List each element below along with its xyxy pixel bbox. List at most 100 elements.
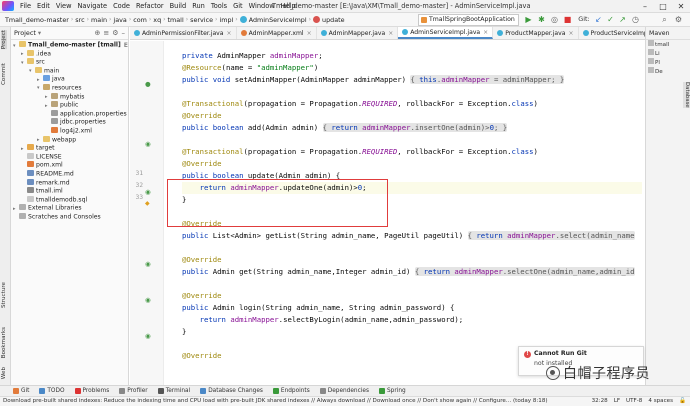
- tab-web[interactable]: Web: [1, 367, 7, 379]
- menu-item-git[interactable]: Git: [230, 0, 246, 13]
- tree-item[interactable]: LICENSE: [11, 152, 128, 162]
- tab-database[interactable]: Database: [683, 82, 690, 108]
- breadcrumb-item[interactable]: com: [131, 16, 149, 24]
- editor-tab[interactable]: AdminMapper.java ×: [317, 27, 399, 39]
- override-icon[interactable]: ◉: [145, 332, 151, 340]
- close-tab-icon[interactable]: ×: [568, 30, 573, 37]
- breadcrumb-item[interactable]: AdminServiceImpl: [238, 15, 309, 24]
- code-line[interactable]: @Override: [182, 290, 642, 302]
- tool-window-tab-profiler[interactable]: Profiler: [119, 388, 148, 394]
- tool-window-tab-endpoints[interactable]: Endpoints: [272, 388, 310, 394]
- tree-item[interactable]: ▸ public: [11, 101, 128, 110]
- lightbulb-icon[interactable]: ◆: [145, 200, 150, 207]
- code-line[interactable]: @Override: [182, 110, 642, 122]
- tree-item[interactable]: ▸ .idea: [11, 49, 128, 59]
- settings-icon[interactable]: ⚙: [674, 15, 683, 24]
- code-line[interactable]: public Admin get(String admin_name,Integ…: [182, 266, 642, 278]
- run-icon[interactable]: ▶: [524, 15, 533, 24]
- menu-item-code[interactable]: Code: [110, 0, 133, 13]
- search-icon[interactable]: ⌕: [660, 15, 669, 24]
- stop-icon[interactable]: ■: [563, 15, 572, 24]
- close-tab-icon[interactable]: ×: [483, 29, 488, 36]
- maven-item[interactable]: Li: [646, 49, 690, 58]
- menu-item-refactor[interactable]: Refactor: [133, 0, 167, 13]
- tool-window-tab-spring[interactable]: Spring: [379, 388, 406, 394]
- code-line[interactable]: public void setAdminMapper(AdminMapper a…: [182, 74, 642, 86]
- tree-item[interactable]: ▸ target: [11, 144, 128, 153]
- code-line[interactable]: }: [182, 326, 642, 338]
- git-push-icon[interactable]: ↗: [618, 15, 627, 24]
- tree-item[interactable]: ▸ mybatis: [11, 92, 128, 102]
- close-tab-icon[interactable]: ×: [227, 30, 232, 37]
- maven-item[interactable]: tmall: [646, 40, 690, 49]
- line-separator[interactable]: LF: [614, 397, 620, 406]
- gear-icon[interactable]: ⚙: [112, 29, 118, 37]
- editor-tab[interactable]: AdminServiceImpl.java ×: [398, 27, 494, 39]
- breadcrumb-item[interactable]: service: [188, 16, 215, 24]
- lock-icon[interactable]: 🔓: [679, 397, 686, 406]
- tree-item[interactable]: jdbc.properties: [11, 118, 128, 127]
- breadcrumb-item[interactable]: update: [311, 15, 347, 24]
- project-view-select[interactable]: Project: [14, 29, 36, 37]
- tree-item[interactable]: ▾Tmall_demo-master [tmall]E:\Java\: [11, 41, 128, 50]
- breadcrumb-item[interactable]: impl: [217, 16, 235, 24]
- maven-item[interactable]: De: [646, 67, 690, 76]
- code-line[interactable]: public List<Admin> getList(String admin_…: [182, 230, 642, 242]
- code-line[interactable]: public boolean add(Admin admin) { return…: [182, 122, 642, 134]
- run-configuration-select[interactable]: TmallSpringBootApplication: [418, 14, 519, 26]
- breadcrumb-item[interactable]: java: [111, 16, 128, 24]
- code-line[interactable]: @Transactional(propagation = Propagation…: [182, 146, 642, 158]
- tree-item[interactable]: pom.xml: [11, 161, 128, 170]
- override-icon[interactable]: ◉: [145, 296, 151, 304]
- coverage-icon[interactable]: ◎: [550, 15, 559, 24]
- menu-item-edit[interactable]: Edit: [34, 0, 53, 13]
- tool-window-tab-database-changes[interactable]: Database Changes: [200, 388, 263, 394]
- code-line[interactable]: @Resource(name = "adminMapper"): [182, 62, 642, 74]
- breadcrumb-item[interactable]: main: [89, 16, 109, 24]
- editor-tab[interactable]: AdminMapper.xml ×: [237, 27, 317, 39]
- code-line[interactable]: return adminMapper.selectByLogin(admin_n…: [182, 314, 642, 326]
- tool-window-tab-dependencies[interactable]: Dependencies: [319, 388, 369, 394]
- tool-window-tab-problems[interactable]: Problems: [74, 388, 109, 394]
- close-icon[interactable]: ✕: [672, 0, 690, 13]
- breadcrumb-item[interactable]: xq: [151, 16, 163, 24]
- spring-bean-icon[interactable]: ●: [145, 80, 151, 88]
- close-tab-icon[interactable]: ×: [388, 30, 393, 37]
- breadcrumb-item[interactable]: Tmall_demo-master: [3, 16, 71, 24]
- maven-item[interactable]: Pl: [646, 58, 690, 67]
- code-line[interactable]: @Override: [182, 158, 642, 170]
- tree-item[interactable]: ▾ main: [11, 66, 128, 76]
- menu-item-run[interactable]: Run: [189, 0, 208, 13]
- indent-setting[interactable]: 4 spaces: [648, 397, 673, 406]
- maximize-icon[interactable]: □: [654, 0, 672, 13]
- tree-item[interactable]: ▾ src: [11, 58, 128, 67]
- code-line[interactable]: @Override: [182, 254, 642, 266]
- tree-item[interactable]: Scratches and Consoles: [11, 212, 128, 222]
- tree-item[interactable]: ▸ java: [11, 75, 128, 84]
- chevron-down-icon[interactable]: ▾: [38, 29, 41, 37]
- tree-item[interactable]: README.md: [11, 169, 128, 179]
- caret-position[interactable]: 32:28: [592, 397, 608, 406]
- override-icon[interactable]: ◉: [145, 188, 151, 196]
- tool-window-tab-terminal[interactable]: Terminal: [157, 388, 190, 394]
- tree-item[interactable]: application.properties: [11, 109, 128, 119]
- tab-structure[interactable]: Structure: [1, 282, 7, 308]
- tree-item[interactable]: tmall.iml: [11, 187, 128, 196]
- debug-icon[interactable]: ✱: [537, 15, 546, 24]
- menu-item-build[interactable]: Build: [167, 0, 190, 13]
- tool-window-tab-git[interactable]: Git: [13, 388, 29, 394]
- hide-icon[interactable]: –: [122, 29, 126, 37]
- tab-commit[interactable]: Commit: [1, 63, 7, 85]
- minimize-icon[interactable]: –: [636, 0, 654, 13]
- git-update-icon[interactable]: ↙: [594, 15, 603, 24]
- menu-item-tools[interactable]: Tools: [208, 0, 230, 13]
- status-message[interactable]: Download pre-built shared indexes: Reduc…: [3, 398, 548, 404]
- editor-tab[interactable]: AdminPermissionFilter.java ×: [130, 27, 237, 39]
- breadcrumb-item[interactable]: src: [73, 16, 86, 24]
- code-line[interactable]: [182, 278, 642, 290]
- file-encoding[interactable]: UTF-8: [626, 397, 642, 406]
- tree-item[interactable]: remark.md: [11, 178, 128, 188]
- breadcrumb-item[interactable]: tmall: [166, 16, 186, 24]
- tree-item[interactable]: ▸ External Libraries: [11, 204, 128, 213]
- close-tab-icon[interactable]: ×: [307, 30, 312, 37]
